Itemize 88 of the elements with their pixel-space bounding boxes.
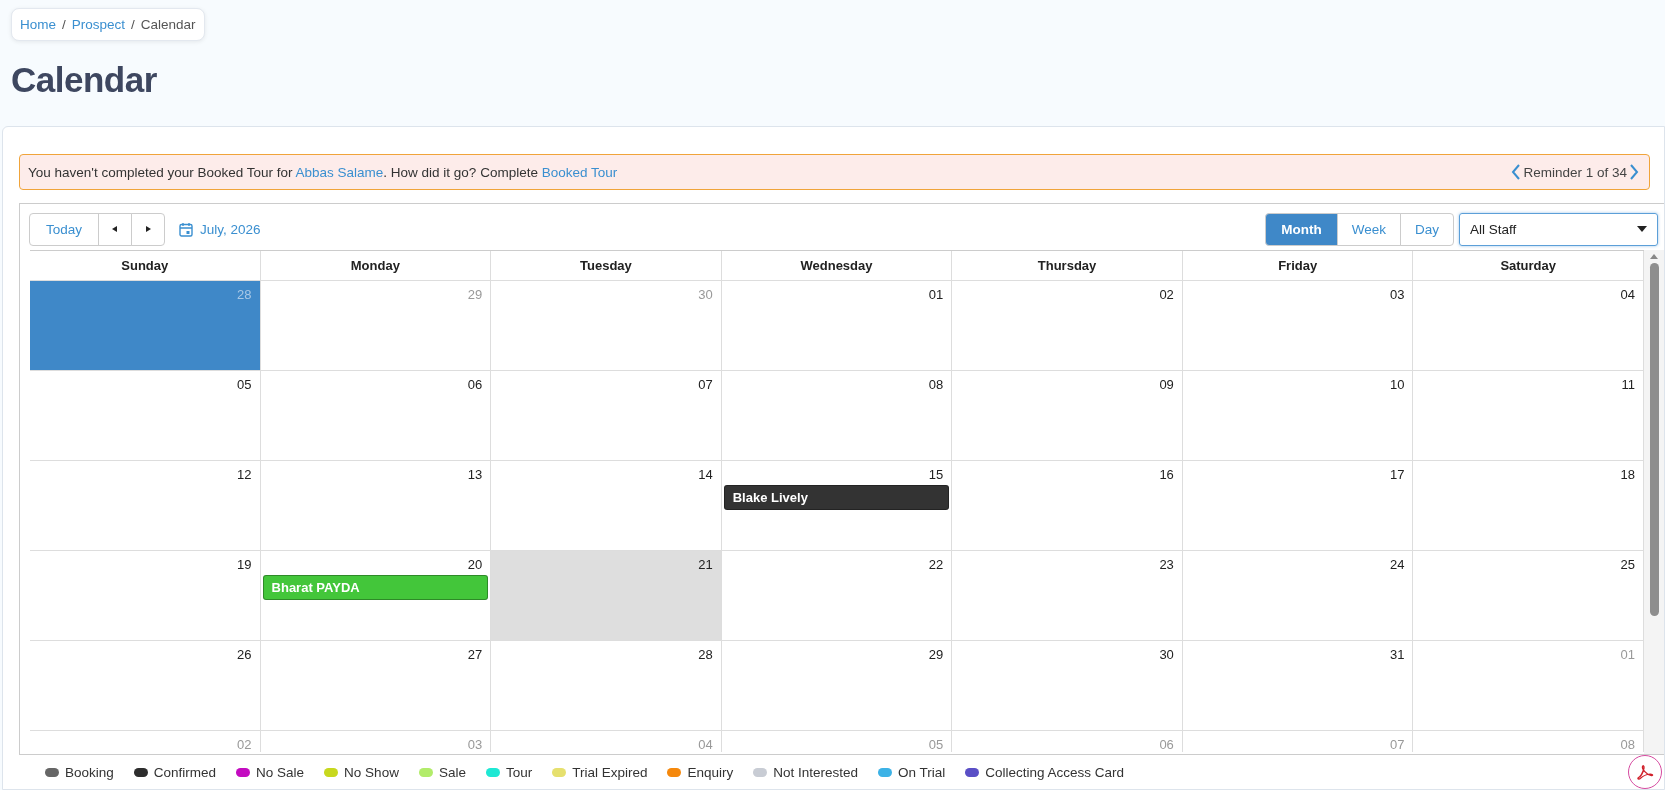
legend-label: Confirmed [153,764,217,780]
legend-label: No Show [344,764,399,780]
right-triangle-icon [144,225,153,233]
view-tab[interactable]: Week [1336,212,1401,246]
day-number: 03 [467,737,484,752]
staff-select[interactable]: All Staff [1459,212,1658,246]
breadcrumb-link[interactable]: Home [20,17,56,32]
day-number: 28 [237,287,253,302]
day-number: 06 [467,377,484,392]
day-number: 25 [1620,557,1636,572]
weekday-header: Tuesday [491,251,722,280]
day-number: 02 [1159,287,1175,302]
day-number: 09 [1159,377,1175,392]
day-number: 20 [467,557,484,572]
view-tab[interactable]: Day [1400,212,1454,246]
current-page-label: Calendar [140,17,196,32]
day-number: 31 [1389,647,1406,662]
day-number: 08 [1620,737,1636,752]
next-reminder-icon[interactable] [1629,164,1639,180]
legend-label: On Trial [898,764,946,780]
breadcrumb-separator: / [131,17,135,32]
reminder-message: You haven't completed your Booked Tour for Abbas Salame. How did it go? Complete Booked Tour [28,164,618,180]
day-number: 04 [1620,287,1636,302]
breadcrumb-link[interactable]: Prospect [71,17,126,32]
view-tab[interactable]: Month [1265,212,1338,246]
day-number: 15 [928,467,945,482]
day-number: 07 [1389,737,1406,752]
breadcrumb-separator: / [62,17,66,32]
day-number: 30 [1159,647,1175,662]
legend-label: Booking [65,764,114,780]
legend-label: Tour [505,764,533,780]
weekday-header: Wednesday [721,251,953,280]
day-number: 16 [1159,467,1175,482]
weekday-header: Saturday [1413,251,1644,280]
day-number: 19 [237,557,253,572]
legend-label: No Sale [256,764,305,780]
legend-label: Collecting Access Card [985,764,1125,780]
day-number: 13 [467,467,484,482]
day-number: 26 [237,647,253,662]
day-cell[interactable]: 15 Blake Lively [721,461,953,550]
today-button[interactable]: Today [29,212,100,246]
day-number: 27 [467,647,484,662]
previous-month-button[interactable] [98,212,133,246]
left-triangle-icon [111,225,120,233]
day-number: 05 [237,377,253,392]
day-number: 29 [928,647,945,662]
day-number: 06 [1159,737,1175,752]
pdf-icon[interactable] [1628,755,1662,789]
weekday-header: Thursday [952,251,1183,280]
day-number: 21 [698,557,714,572]
month-picker-link[interactable]: July, 2026 [179,221,261,237]
day-number: 29 [467,287,484,302]
previous-reminder-icon[interactable] [1511,164,1522,180]
day-number: 04 [698,737,714,752]
reminder-counter: Reminder 1 of 34 [1523,164,1627,180]
day-number: 24 [1389,557,1406,572]
scroll-up-icon[interactable] [1650,254,1658,259]
legend-label: Sale [438,764,466,780]
caret-icon [1637,226,1647,232]
page-title: Calendar [11,59,158,101]
day-number: 30 [698,287,714,302]
day-number: 22 [928,557,945,572]
day-number: 03 [1389,287,1406,302]
day-number: 10 [1389,377,1406,392]
day-number: 01 [1620,647,1636,662]
legend-label: Enquiry [687,764,734,780]
day-number: 05 [928,737,945,752]
day-number: 01 [928,287,945,302]
calendar-event[interactable]: Blake Lively [723,485,950,510]
day-number: 23 [1159,557,1175,572]
day-number: 14 [698,467,714,482]
calendar-icon [179,221,194,237]
day-number: 18 [1620,467,1636,482]
day-cell[interactable]: 20 Bharat PAYDA [260,551,492,640]
weekday-header: Monday [260,251,492,280]
day-number: 07 [698,377,714,392]
legend-label: Trial Expired [572,764,648,780]
weekday-header: Sunday [30,251,261,280]
day-cell[interactable]: 21 [491,551,722,640]
day-number: 28 [698,647,714,662]
day-number: 02 [237,737,253,752]
day-number: 11 [1621,377,1636,392]
day-number: 17 [1389,467,1406,482]
legend-label: Not Interested [773,764,859,780]
day-number: 08 [928,377,945,392]
weekday-header: Friday [1182,251,1414,280]
day-number: 12 [237,467,253,482]
next-month-button[interactable] [131,212,166,246]
